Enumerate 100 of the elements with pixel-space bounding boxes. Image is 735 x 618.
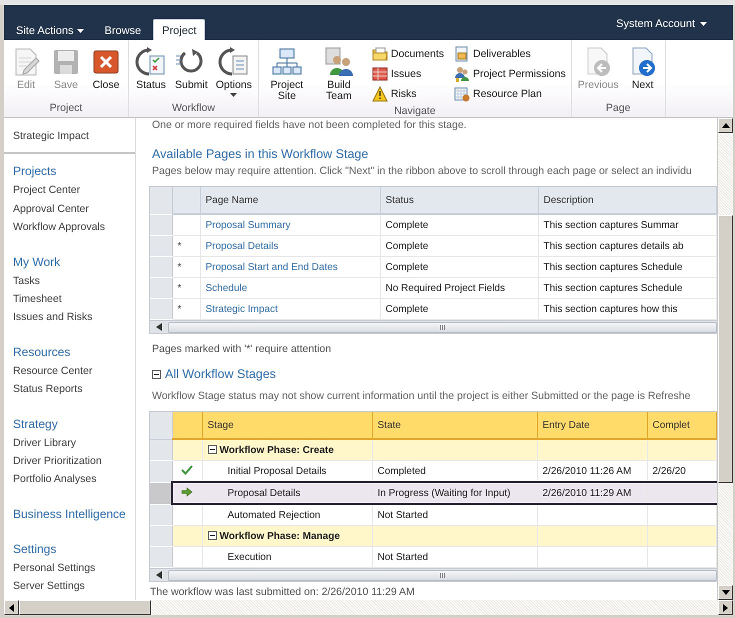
arrow-icon xyxy=(181,486,194,496)
nav-heading[interactable]: Resources xyxy=(4,342,135,362)
attention-marker: * xyxy=(178,262,182,272)
folder-document-icon xyxy=(454,46,470,62)
scroll-left-icon[interactable] xyxy=(9,604,14,612)
phase-title: Workflow Phase: Manage xyxy=(220,530,340,542)
ribbon-button[interactable]: Project Site xyxy=(262,44,312,104)
ribbon-group-label: Workflow xyxy=(170,101,216,116)
grid-icon xyxy=(372,66,388,82)
table-cell: Complete xyxy=(380,214,538,236)
ribbon-button[interactable]: Risks xyxy=(370,84,446,104)
footnote: Pages marked with '*' require attention xyxy=(152,343,332,355)
ribbon-button[interactable]: Submit xyxy=(172,44,211,93)
table-cell: Proposal Details xyxy=(202,482,372,504)
nav-link[interactable]: Server Settings xyxy=(4,577,135,596)
nav-heading[interactable]: Settings xyxy=(4,540,135,559)
horizontal-scrollbar[interactable] xyxy=(150,320,717,333)
table-cell: In Progress (Waiting for Input) xyxy=(372,482,537,504)
ribbon-button[interactable]: Close xyxy=(87,44,125,93)
ribbon-group-label: Project xyxy=(48,101,84,116)
page-link[interactable]: Schedule xyxy=(206,282,248,294)
section-title: Available Pages in this Workflow Stage xyxy=(152,147,370,161)
column-header[interactable]: Complet xyxy=(647,412,716,439)
scroll-left-icon[interactable] xyxy=(156,571,162,579)
nav-heading[interactable]: Business Intelligence xyxy=(4,504,135,524)
horizontal-scrollbar[interactable] xyxy=(4,600,733,615)
nav-link[interactable]: Strategic Impact xyxy=(4,127,135,146)
ribbon-group-label: Page xyxy=(604,101,632,116)
attention-marker: * xyxy=(178,304,182,314)
ribbon-button[interactable]: Project Permissions xyxy=(452,64,568,84)
column-header[interactable]: Page Name xyxy=(200,187,380,214)
attention-marker: * xyxy=(178,282,182,294)
ribbon-button[interactable]: Next xyxy=(624,44,662,93)
vertical-scrollbar[interactable] xyxy=(717,118,733,600)
attention-marker: * xyxy=(178,240,182,252)
phase-title: Workflow Phase: Create xyxy=(220,444,334,456)
nav-heading[interactable]: Projects xyxy=(4,162,135,182)
nav-link[interactable]: Driver Library xyxy=(4,434,135,452)
horizontal-scrollbar[interactable] xyxy=(150,568,717,581)
section-title[interactable]: All Workflow Stages xyxy=(165,367,276,381)
scroll-down-icon[interactable] xyxy=(722,590,730,595)
account-menu[interactable]: System Account xyxy=(610,16,713,30)
section-description: Pages below may require attention. Click "Next" in the ribbon above to scroll through each page or select an individu xyxy=(152,165,693,177)
ribbon-tab[interactable]: Site Actions xyxy=(8,21,92,40)
table-cell: No Required Project Fields xyxy=(380,278,538,298)
collapse-icon[interactable] xyxy=(208,530,216,540)
ribbon-tab[interactable]: Browse xyxy=(96,21,150,40)
page-link[interactable]: Proposal Summary xyxy=(206,220,291,230)
nav-heading[interactable]: Strategy xyxy=(4,414,135,434)
scroll-left-icon[interactable] xyxy=(156,323,162,331)
nav-link[interactable]: Personal Settings xyxy=(4,558,135,578)
page-link[interactable]: Proposal Start and End Dates xyxy=(206,262,338,272)
ribbon-button[interactable]: Status xyxy=(132,44,170,93)
validation-message: One or more required fields have not been completed for this stage. xyxy=(152,119,468,131)
submission-note: The workflow was last submitted on: 2/26/2010 11:29 AM xyxy=(150,586,416,598)
page-link[interactable]: Strategic Impact xyxy=(206,304,278,314)
nav-link[interactable]: Approval Center xyxy=(4,200,135,218)
ribbon-button[interactable]: Options xyxy=(212,44,255,99)
table-cell: 2/26/2010 11:29 AM xyxy=(542,488,632,498)
ribbon-button[interactable]: Deliverables xyxy=(452,44,568,64)
table-cell: This section captures Schedule xyxy=(538,256,716,278)
ribbon-tab[interactable]: Project xyxy=(153,19,206,40)
column-header[interactable]: Entry Date xyxy=(537,412,647,439)
stage-row[interactable]: Proposal Details In Progress (Waiting for Input) 2/26/2010 11:29 AM xyxy=(150,482,716,504)
nav-link[interactable]: Workflow Approvals xyxy=(4,218,135,237)
column-header[interactable]: Description xyxy=(538,187,716,214)
ribbon-button[interactable]: Resource Plan xyxy=(452,84,568,104)
table-cell: This section captures details ab xyxy=(538,236,716,256)
warning-icon xyxy=(372,86,388,102)
column-header[interactable]: State xyxy=(372,412,537,439)
ribbon-button[interactable]: Documents xyxy=(370,44,446,64)
column-header[interactable]: Status xyxy=(380,187,538,214)
column-header[interactable]: Stage xyxy=(202,412,372,439)
check-icon xyxy=(181,464,193,474)
nav-heading[interactable]: My Work xyxy=(4,252,135,272)
scroll-up-icon[interactable] xyxy=(722,123,730,128)
ribbon-button[interactable]: Issues xyxy=(370,64,446,84)
nav-link[interactable]: Tasks xyxy=(4,272,135,290)
collapse-icon[interactable] xyxy=(152,370,161,378)
nav-link[interactable]: Portfolio Analyses xyxy=(4,470,135,489)
page-link[interactable]: Proposal Details xyxy=(206,240,278,252)
ribbon-button[interactable]: Build Team xyxy=(314,44,364,104)
nav-link[interactable]: Project Center xyxy=(4,181,135,200)
nav-link[interactable]: Resource Center xyxy=(4,362,135,380)
folder-icon xyxy=(372,46,388,62)
refresh-document-icon xyxy=(218,46,250,78)
ribbon-group-label: Navigate xyxy=(393,104,437,118)
table-cell: Complete xyxy=(380,256,538,278)
scroll-right-icon[interactable] xyxy=(723,604,728,612)
nav-link[interactable]: Issues and Risks xyxy=(4,308,135,327)
table-cell: Complete xyxy=(380,236,538,256)
people-icon xyxy=(322,46,355,78)
collapse-icon[interactable] xyxy=(208,444,216,454)
nav-link[interactable]: Status Reports xyxy=(4,380,135,399)
nav-link[interactable]: Timesheet xyxy=(4,290,135,308)
calendar-icon xyxy=(454,86,470,102)
refresh-checklist-icon xyxy=(135,46,167,78)
table-cell: 2/26/20 xyxy=(652,466,686,476)
table-cell: This section captures Schedule xyxy=(538,278,716,298)
nav-link[interactable]: Driver Prioritization xyxy=(4,452,135,470)
